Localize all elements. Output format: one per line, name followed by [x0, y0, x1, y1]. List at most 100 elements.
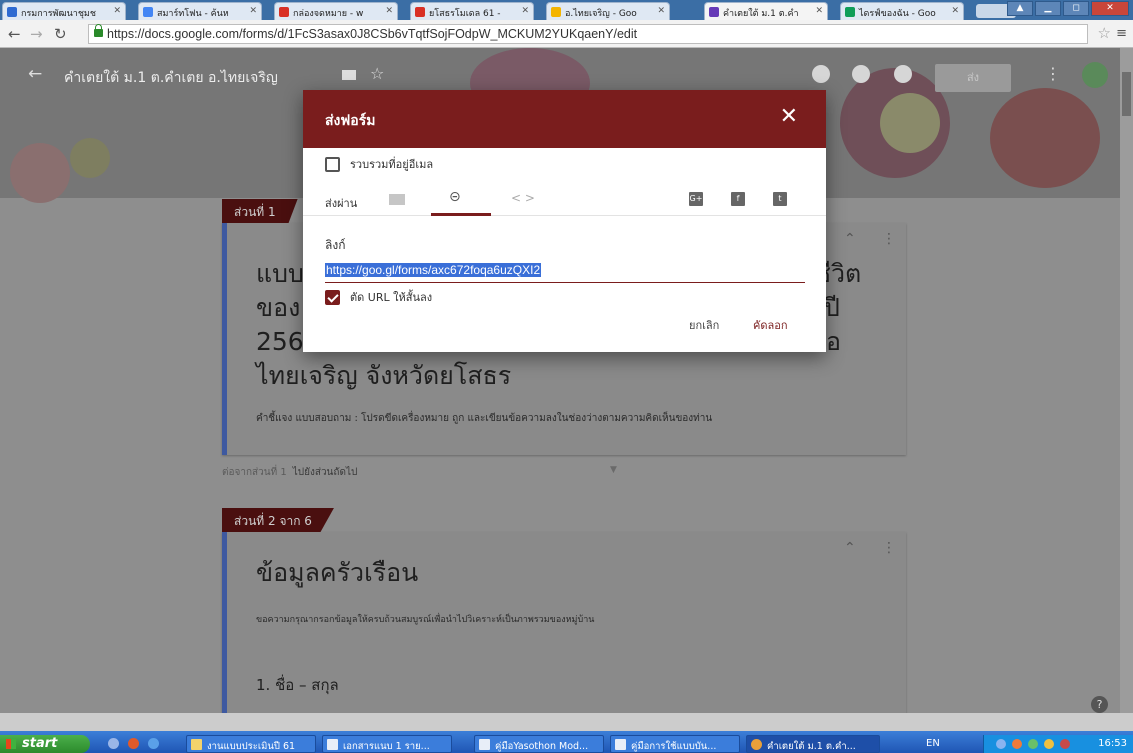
- avatar[interactable]: [1082, 62, 1108, 88]
- shorten-url-checkbox[interactable]: [325, 289, 340, 305]
- close-tab-icon[interactable]: ✕: [385, 6, 393, 16]
- send-form-dialog: ส่งฟอร์ม ✕ รวบรวมที่อยู่อีเมล ส่งผ่าน ⊝ …: [303, 90, 826, 352]
- palette-icon[interactable]: [812, 65, 830, 83]
- browser-tab[interactable]: ไดรฟ์ของฉัน - Goo ✕: [840, 2, 964, 20]
- help-icon[interactable]: ?: [1091, 696, 1108, 713]
- link-url-field[interactable]: https://goo.gl/forms/axc672foqa6uzQXI2: [325, 263, 805, 283]
- reload-icon[interactable]: ↻: [54, 25, 67, 43]
- taskbar-item[interactable]: คู่มือYasothon Mod...: [474, 735, 604, 753]
- form-title-line[interactable]: แบบ: [256, 257, 304, 291]
- close-icon[interactable]: ✕: [780, 104, 798, 129]
- form-name[interactable]: คำเตยใต้ ม.1 ต.คำเตย อ.ไทยเจริญ: [64, 67, 278, 89]
- star-icon[interactable]: ☆: [370, 64, 384, 83]
- favicon-icon: [415, 7, 425, 17]
- form-title-line[interactable]: 256: [256, 325, 304, 359]
- back-arrow-icon[interactable]: ←: [8, 25, 21, 43]
- copy-button[interactable]: คัดลอก: [753, 316, 788, 334]
- question-1-title[interactable]: 1. ชื่อ – สกุล: [256, 668, 339, 702]
- taskbar-item-active[interactable]: คำเตยใต้ ม.1 ต.คำ...: [746, 735, 880, 753]
- system-tray: EN 16:53: [926, 735, 1133, 753]
- section-2-title[interactable]: ข้อมูลครัวเรือน: [256, 556, 418, 590]
- flower-decoration: [10, 143, 70, 203]
- tray-icon[interactable]: [1060, 739, 1070, 749]
- browser-tab-strip: กรมการพัฒนาชุมช ✕ สมาร์ทโฟน - ค้นห ✕ กล่อง…: [0, 0, 1133, 20]
- tray-icon[interactable]: [1028, 739, 1038, 749]
- section-2-tab: ส่วนที่ 2 จาก 6: [222, 508, 334, 532]
- browser-tab[interactable]: กรมการพัฒนาชุมช ✕: [2, 2, 126, 20]
- address-bar[interactable]: https://docs.google.com/forms/d/1FcS3asa…: [88, 24, 1088, 44]
- section-menu-icon[interactable]: ⋮: [882, 540, 896, 556]
- scrollbar-thumb[interactable]: [1122, 72, 1131, 116]
- minimize-icon[interactable]: ▁: [1035, 1, 1061, 16]
- send-via-row: ส่งผ่าน ⊝ < > G+ f t: [303, 186, 826, 216]
- page-scrollbar[interactable]: [1120, 48, 1133, 713]
- cancel-button[interactable]: ยกเลิก: [689, 316, 719, 334]
- settings-gear-icon[interactable]: [894, 65, 912, 83]
- facebook-icon[interactable]: f: [731, 192, 745, 206]
- after-section-navigation[interactable]: ต่อจากส่วนที่ 1 ไปยังส่วนถัดไป ▼: [222, 465, 617, 480]
- tray-icon[interactable]: [996, 739, 1006, 749]
- chrome-quicklaunch-icon[interactable]: [128, 738, 139, 749]
- ie-quicklaunch-icon[interactable]: [148, 738, 159, 749]
- clock: 16:53: [1098, 738, 1127, 749]
- favicon-icon: [143, 7, 153, 17]
- browser-tab[interactable]: ยโสธรโมเดล 61 - ✕: [410, 2, 534, 20]
- preview-eye-icon[interactable]: [852, 65, 870, 83]
- tray-icon[interactable]: [1044, 739, 1054, 749]
- form-description[interactable]: คำชี้แจง แบบสอบถาม : โปรดขีดเครื่องหมาย …: [256, 411, 712, 426]
- close-window-icon[interactable]: ✕: [1091, 1, 1129, 16]
- collapse-icon[interactable]: ⌃: [844, 540, 856, 556]
- card-accent: [222, 223, 227, 455]
- form-title-line[interactable]: ไทยเจริญ จังหวัดยโสธร: [256, 359, 511, 393]
- close-tab-icon[interactable]: ✕: [113, 6, 121, 16]
- browser-tab-active[interactable]: คำเตยใต้ ม.1 ต.คำ ✕: [704, 2, 828, 20]
- browser-tab[interactable]: สมาร์ทโฟน - ค้นห ✕: [138, 2, 262, 20]
- dropdown-caret-icon[interactable]: ▼: [610, 465, 617, 475]
- taskbar-item[interactable]: เอกสารแนบ 1 ราย...: [322, 735, 452, 753]
- form-title-fragment: อ: [826, 327, 842, 356]
- section-menu-icon[interactable]: ⋮: [882, 231, 896, 247]
- shorten-url-option[interactable]: ตัด URL ให้สั้นลง: [325, 288, 432, 306]
- more-options-icon[interactable]: ⋮: [1045, 64, 1061, 83]
- taskbar-item[interactable]: คู่มือการใช้แบบบัน...: [610, 735, 740, 753]
- forward-arrow-icon[interactable]: →: [30, 25, 43, 43]
- chrome-menu-icon[interactable]: ≡: [1116, 26, 1127, 41]
- user-icon[interactable]: ▲: [1007, 1, 1033, 16]
- twitter-icon[interactable]: t: [773, 192, 787, 206]
- language-indicator[interactable]: EN: [926, 735, 940, 753]
- close-tab-icon[interactable]: ✕: [521, 6, 529, 16]
- maximize-icon[interactable]: ◻: [1063, 1, 1089, 16]
- email-icon[interactable]: [389, 194, 405, 205]
- section-2-description[interactable]: ขอความกรุณากรอกข้อมูลให้ครบถ้วนสมบูรณ์เพ…: [256, 612, 594, 626]
- folder-icon[interactable]: [342, 70, 356, 80]
- word-icon: [479, 739, 490, 750]
- send-via-label: ส่งผ่าน: [325, 197, 358, 210]
- close-tab-icon[interactable]: ✕: [657, 6, 665, 16]
- collapse-icon[interactable]: ⌃: [844, 231, 856, 247]
- collect-email-option[interactable]: รวบรวมที่อยู่อีเมล: [325, 155, 433, 173]
- active-tab-indicator: [431, 213, 491, 216]
- collect-email-checkbox[interactable]: [325, 156, 340, 172]
- taskbar-item[interactable]: งานแบบประเมินปี 61: [186, 735, 316, 753]
- flower-decoration: [70, 138, 110, 178]
- after-section-value[interactable]: ไปยังส่วนถัดไป: [293, 467, 358, 478]
- word-icon: [615, 739, 626, 750]
- form-title-line[interactable]: ของ: [256, 291, 300, 325]
- google-plus-icon[interactable]: G+: [689, 192, 703, 206]
- embed-code-icon[interactable]: < >: [511, 191, 535, 205]
- browser-tab[interactable]: อ.ไทยเจริญ - Goo ✕: [546, 2, 670, 20]
- after-section-label: ต่อจากส่วนที่ 1: [222, 467, 287, 478]
- send-button[interactable]: ส่ง: [935, 64, 1011, 92]
- quicklaunch-icon[interactable]: [108, 738, 119, 749]
- back-arrow-icon[interactable]: ←: [28, 64, 42, 84]
- close-tab-icon[interactable]: ✕: [951, 6, 959, 16]
- close-tab-icon[interactable]: ✕: [815, 6, 823, 16]
- close-tab-icon[interactable]: ✕: [249, 6, 257, 16]
- window-controls: ▲ ▁ ◻ ✕: [1007, 1, 1129, 16]
- link-url-text[interactable]: https://goo.gl/forms/axc672foqa6uzQXI2: [325, 263, 542, 277]
- bookmark-star-icon[interactable]: ☆: [1098, 24, 1111, 42]
- start-button[interactable]: start: [0, 735, 90, 753]
- link-icon[interactable]: ⊝: [449, 189, 461, 205]
- tray-icon[interactable]: [1012, 739, 1022, 749]
- browser-tab[interactable]: กล่องจดหมาย - w ✕: [274, 2, 398, 20]
